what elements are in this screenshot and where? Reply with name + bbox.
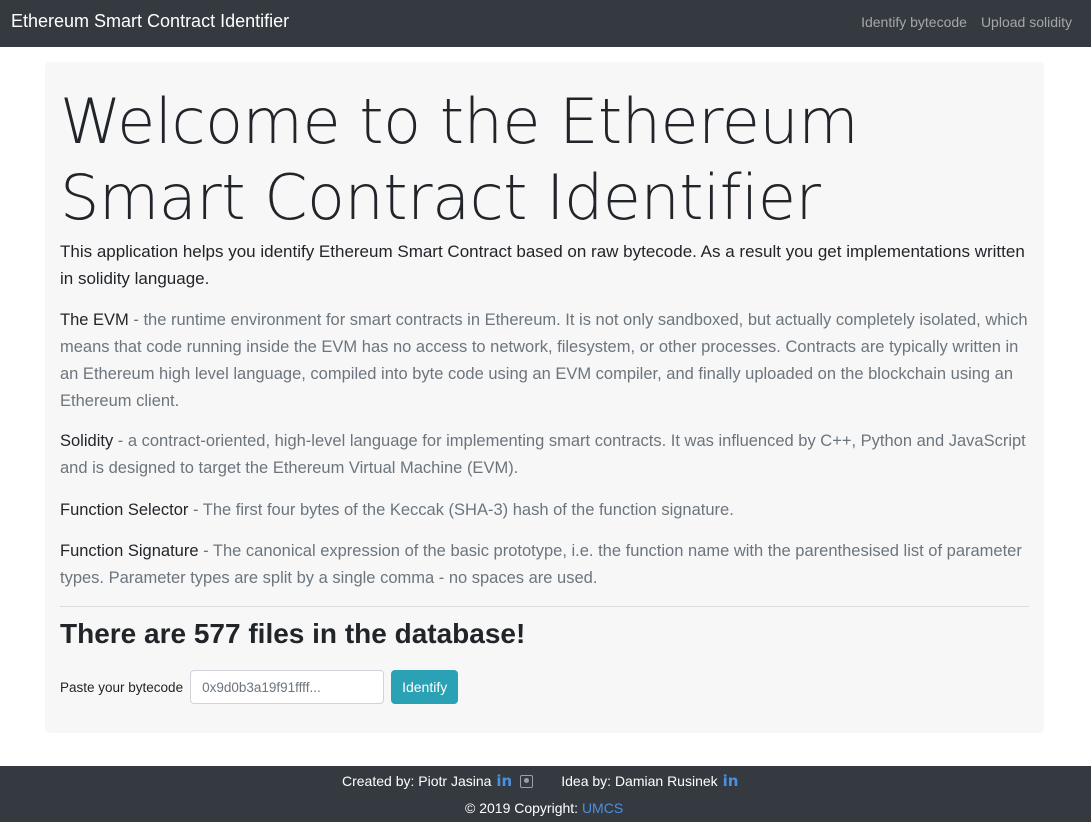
bytecode-input[interactable] (190, 670, 385, 704)
divider (60, 606, 1029, 607)
umcs-link[interactable]: UMCS (582, 800, 623, 816)
page-title: Welcome to the Ethereum Smart Contract I… (60, 85, 859, 234)
identify-form: Paste your bytecode Identify (60, 670, 459, 704)
jumbotron: Welcome to the Ethereum Smart Contract I… (45, 62, 1044, 733)
definition-solidity: Solidity - a contract-oriented, high-lev… (60, 428, 1035, 482)
linkedin-icon[interactable]: in (496, 772, 512, 790)
nav-links: Identify bytecode Upload solidity (861, 14, 1072, 30)
definition-term: Solidity (60, 432, 114, 450)
definition-term: Function Signature (60, 542, 199, 560)
definition-text: - the runtime environment for smart cont… (60, 311, 1028, 410)
identify-button[interactable]: Identify (391, 670, 459, 704)
file-count-heading: There are 577 files in the database! (60, 618, 526, 649)
copyright-text: © 2019 Copyright: (465, 800, 582, 816)
bytecode-label: Paste your bytecode (60, 679, 184, 695)
nav-link-upload-solidity[interactable]: Upload solidity (981, 14, 1072, 30)
copyright: © 2019 Copyright: UMCS (465, 800, 623, 816)
linkedin-icon[interactable]: in (723, 772, 739, 790)
definition-evm: The EVM - the runtime environment for sm… (60, 307, 1035, 415)
definition-term: Function Selector (60, 501, 189, 519)
navbar: Ethereum Smart Contract Identifier Ident… (0, 0, 1091, 47)
definition-text: - The canonical expression of the basic … (60, 542, 1022, 587)
definition-function-signature: Function Signature - The canonical expre… (60, 538, 1035, 592)
brand-link[interactable]: Ethereum Smart Contract Identifier (11, 11, 289, 32)
definition-text: - The first four bytes of the Keccak (SH… (188, 501, 734, 519)
credits: Created by: Piotr Jasina in Idea by: Dam… (342, 772, 738, 790)
definition-text: - a contract-oriented, high-level langua… (60, 432, 1026, 477)
nav-link-identify-bytecode[interactable]: Identify bytecode (861, 14, 967, 30)
definition-term: The EVM (60, 311, 129, 329)
idea-by-text: Idea by: Damian Rusinek (561, 773, 718, 789)
lead-text: This application helps you identify Ethe… (60, 242, 1025, 288)
definition-function-selector: Function Selector - The first four bytes… (60, 497, 1035, 524)
created-by-text: Created by: Piotr Jasina (342, 773, 492, 789)
github-icon[interactable] (520, 774, 534, 788)
footer: Created by: Piotr Jasina in Idea by: Dam… (0, 766, 1091, 822)
